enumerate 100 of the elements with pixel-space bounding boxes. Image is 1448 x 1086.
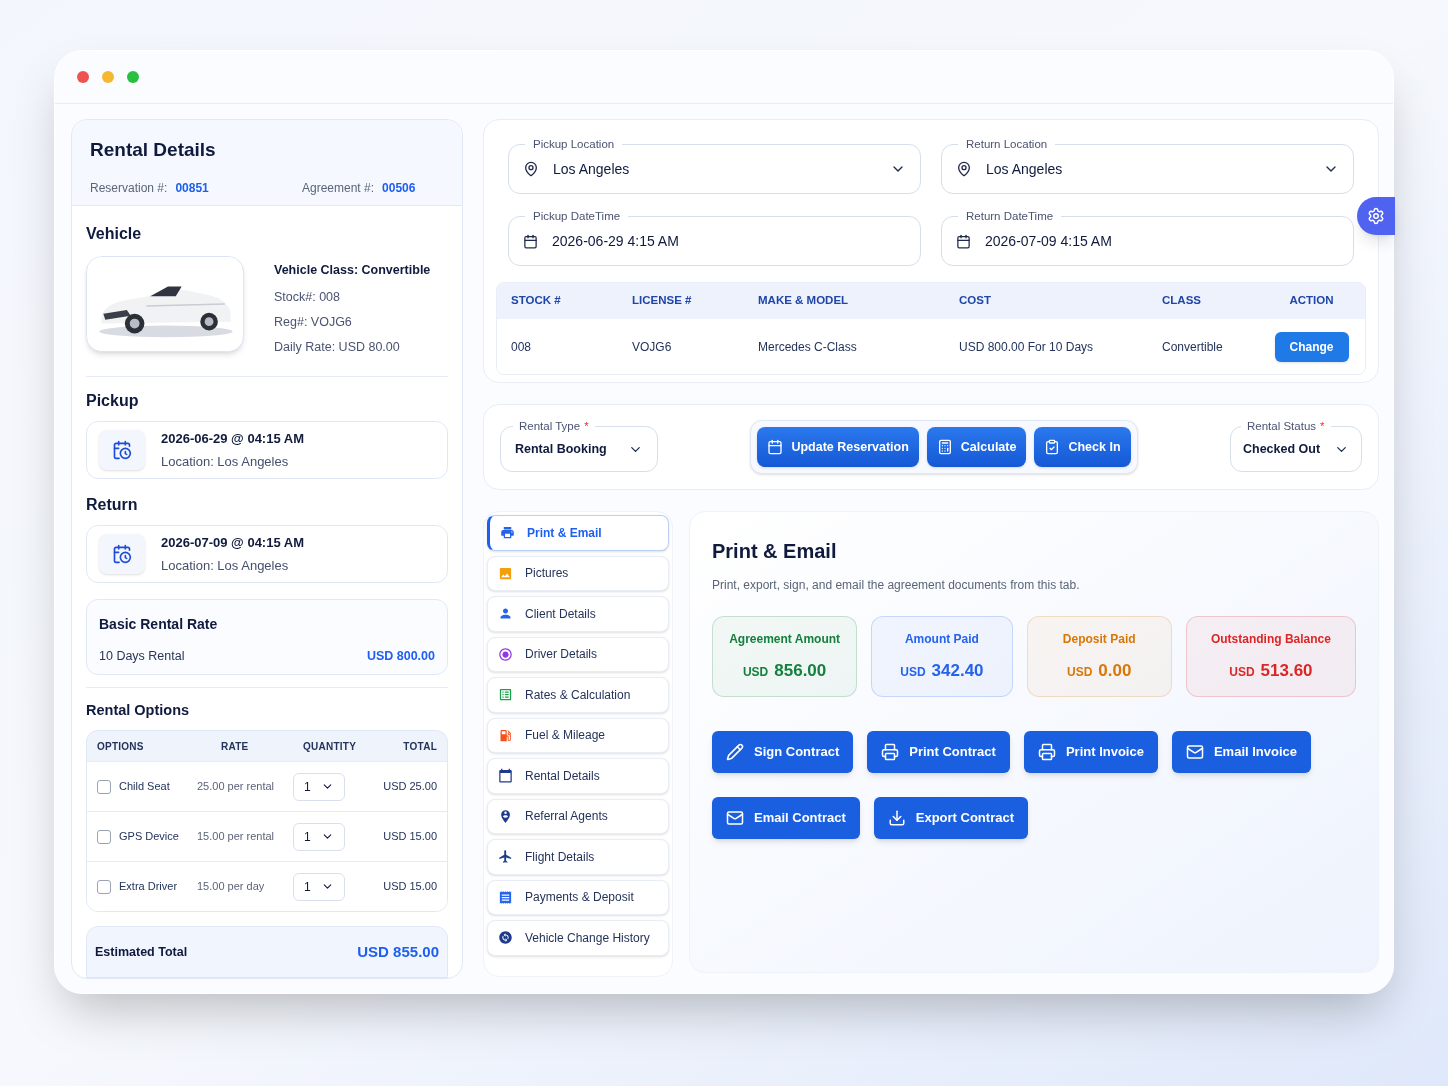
table-cell-text: Convertible (1162, 338, 1224, 356)
total-label: Estimated Total (95, 943, 188, 961)
tab-item[interactable]: Print & Email (487, 515, 669, 551)
map-pin-icon (523, 161, 539, 177)
quantity-select[interactable]: 1 (293, 872, 345, 901)
tab-item[interactable]: Fuel & Mileage (487, 717, 669, 753)
table-cell-text: 008 (511, 338, 533, 356)
option-total: USD 15.00 (382, 879, 437, 895)
card-title: Rental Details (90, 138, 217, 162)
table-cell-text: Mercedes C-Class (758, 338, 858, 356)
settings-button[interactable] (1357, 197, 1395, 235)
rental-duration: 10 Days Rental (99, 648, 185, 666)
agreement-label: Agreement #: (302, 179, 375, 197)
checkbox[interactable] (97, 879, 111, 894)
settings-icon (1367, 207, 1385, 225)
table-cell-text: USD 800.00 For 10 Days (959, 338, 1095, 356)
document-button[interactable]: Export Contract (873, 797, 1028, 839)
calendar-icon (956, 233, 971, 249)
field-value: Los Angeles (986, 159, 1064, 179)
checkbox[interactable] (97, 779, 111, 794)
tab-item[interactable]: Driver Details (487, 636, 669, 672)
column-header: RATE (220, 739, 250, 754)
table-cell-text: VOJG6 (632, 338, 673, 356)
reservation-label: Reservation #: (90, 179, 168, 197)
map-pin-icon (956, 161, 972, 177)
download-icon (887, 809, 906, 827)
field-value: Checked Out (1243, 440, 1321, 458)
field-value: Rental Booking (515, 440, 607, 458)
field-value: Los Angeles (553, 159, 631, 179)
document-button[interactable]: Sign Contract (712, 731, 854, 773)
tab-item[interactable]: Rental Details (487, 758, 669, 794)
change-button[interactable]: Change (1274, 331, 1349, 362)
option-rate: 25.00 per rental (197, 779, 276, 795)
option-rate: 15.00 per day (197, 879, 266, 895)
tab-item[interactable]: Payments & Deposit (487, 879, 669, 915)
card-title: Basic Rental Rate (99, 615, 219, 635)
calendar-icon (523, 233, 538, 249)
column-header: COST (959, 293, 992, 309)
panel-title: Print & Email (712, 539, 838, 564)
option-rate: 15.00 per rental (197, 829, 276, 845)
vehicle-class: Vehicle Class: Convertible (274, 262, 431, 280)
summary-label: Agreement Amount (729, 630, 841, 648)
column-header: TOTAL (402, 739, 437, 754)
action-button[interactable]: Check In (1034, 427, 1131, 467)
reservation-number: 00851 (175, 179, 209, 197)
vehicle-detail: Reg#: VOJG6 (274, 313, 353, 331)
column-header: STOCK # (511, 293, 562, 309)
column-header: QUANTITY (302, 739, 358, 754)
summary-label: Amount Paid (904, 630, 979, 648)
tab-item[interactable]: Flight Details (487, 839, 669, 875)
summary-amount: USD 342.40 (900, 659, 984, 682)
printer-icon (1037, 743, 1056, 761)
pencil-icon (726, 743, 744, 761)
field-value: 2026-07-09 4:15 AM (985, 231, 1113, 251)
section-heading: Pickup (86, 391, 140, 412)
calendar-icon (112, 544, 132, 565)
action-button[interactable]: Update Reservation (757, 427, 919, 467)
location-text: Location: Los Angeles (161, 556, 290, 575)
printer-icon (881, 743, 900, 761)
option-name: Child Seat (119, 779, 170, 795)
summary-amount: USD 0.00 (1067, 659, 1132, 682)
quantity-select[interactable]: 1 (293, 772, 345, 801)
rental-amount: USD 800.00 (366, 648, 435, 666)
option-name: GPS Device (119, 829, 179, 845)
total-amount: USD 855.00 (357, 941, 439, 962)
summary-amount: USD 856.00 (742, 659, 827, 682)
section-heading: Return (86, 495, 139, 516)
quantity-select[interactable]: 1 (293, 822, 345, 851)
document-button[interactable]: Email Invoice (1171, 731, 1312, 773)
envelope-icon (726, 809, 744, 827)
document-button[interactable]: Print Contract (867, 731, 1010, 773)
date-time: 2026-06-29 @ 04:15 AM (161, 430, 304, 449)
column-header: ACTION (1288, 293, 1335, 309)
checkbox[interactable] (97, 829, 111, 844)
summary-amount: USD 513.60 (1229, 659, 1313, 682)
calendar-icon (112, 440, 132, 461)
vehicle-detail: Daily Rate: USD 80.00 (274, 338, 401, 356)
option-total: USD 25.00 (382, 779, 437, 795)
tab-item[interactable]: Rates & Calculation (487, 677, 669, 713)
tab-item[interactable]: Client Details (487, 596, 669, 632)
field-value: 2026-06-29 4:15 AM (552, 231, 680, 251)
column-header: MAKE & MODEL (758, 293, 850, 309)
section-heading: Rental Options (86, 701, 191, 721)
option-name: Extra Driver (119, 879, 178, 895)
location-text: Location: Los Angeles (161, 452, 290, 471)
calendar-icon (767, 439, 784, 455)
summary-label: Outstanding Balance (1210, 630, 1331, 648)
agreement-number: 00506 (382, 179, 416, 197)
column-header: CLASS (1162, 293, 1202, 309)
column-header: OPTIONS (97, 739, 145, 754)
tab-item[interactable]: Referral Agents (487, 798, 669, 834)
action-button[interactable]: Calculate (926, 427, 1027, 467)
vehicle-detail: Stock#: 008 (274, 289, 341, 306)
calculator-icon (936, 439, 953, 455)
document-button[interactable]: Email Contract (712, 797, 860, 839)
tab-item[interactable]: Vehicle Change History (487, 920, 669, 956)
panel-description: Print, export, sign, and email the agreement documents from this tab. (712, 577, 1081, 594)
option-total: USD 15.00 (382, 829, 437, 845)
tab-item[interactable]: Pictures (487, 555, 669, 591)
document-button[interactable]: Print Invoice (1023, 731, 1158, 773)
